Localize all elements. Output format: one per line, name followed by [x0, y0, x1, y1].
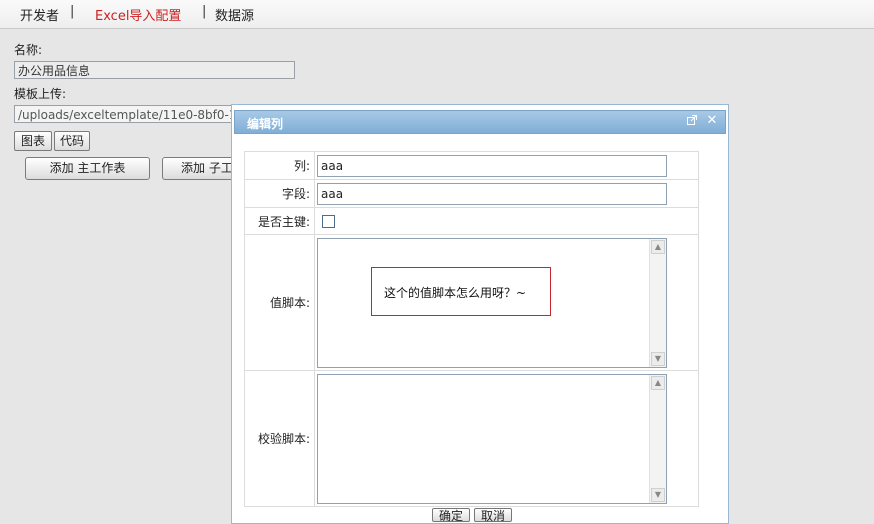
column-input[interactable]: aaa — [317, 154, 667, 177]
close-icon[interactable]: ✕ — [705, 114, 719, 128]
tab-excel-import-config[interactable]: Excel导入配置 — [95, 5, 181, 24]
scroll-down-icon[interactable]: ▼ — [651, 487, 665, 502]
cancel-button[interactable]: 取消 — [474, 508, 512, 522]
scroll-up-icon[interactable]: ▲ — [651, 375, 665, 390]
nav-separator: | — [202, 4, 207, 19]
tab-developer[interactable]: 开发者 — [20, 5, 59, 24]
validate-script-textarea[interactable]: ▲ ▼ — [317, 373, 667, 504]
value-script-scrollbar[interactable]: ▲ ▼ — [649, 238, 666, 367]
name-label: 名称: — [14, 43, 43, 57]
dialog-titlebar[interactable]: 编辑列 ✕ — [234, 110, 726, 134]
primary-key-checkbox[interactable] — [322, 215, 335, 228]
column-label: 列: — [244, 151, 315, 180]
value-script-label: 值脚本: — [244, 234, 315, 371]
code-button[interactable]: 代码 — [54, 131, 90, 151]
field-label: 字段: — [244, 179, 315, 208]
nav-separator: | — [70, 4, 75, 19]
column-form: 列: aaa 字段: aaa 是否主键: 值脚本: ▲ ▼ 校验脚本: ▲ ▼ — [244, 151, 699, 507]
validate-script-scrollbar[interactable]: ▲ ▼ — [649, 374, 666, 503]
primary-key-label: 是否主键: — [244, 207, 315, 235]
add-main-sheet-button[interactable]: 添加 主工作表 — [25, 157, 150, 180]
field-input[interactable]: aaa — [317, 182, 667, 205]
scroll-up-icon[interactable]: ▲ — [651, 239, 665, 254]
name-input[interactable]: 办公用品信息 — [14, 61, 295, 79]
dialog-title: 编辑列 — [247, 117, 284, 131]
validate-script-label: 校验脚本: — [244, 370, 315, 507]
external-link-icon[interactable] — [685, 114, 699, 128]
top-nav: 开发者 | Excel导入配置 | 数据源 — [0, 0, 874, 29]
scroll-down-icon[interactable]: ▼ — [651, 351, 665, 366]
annotation-text: 这个的值脚本怎么用呀？~ — [384, 286, 527, 300]
confirm-button[interactable]: 确定 — [432, 508, 470, 522]
template-label: 模板上传: — [14, 87, 67, 101]
annotation-box: 这个的值脚本怎么用呀？~ — [371, 267, 551, 316]
chart-button[interactable]: 图表 — [14, 131, 52, 151]
tab-data-source[interactable]: 数据源 — [215, 5, 254, 24]
